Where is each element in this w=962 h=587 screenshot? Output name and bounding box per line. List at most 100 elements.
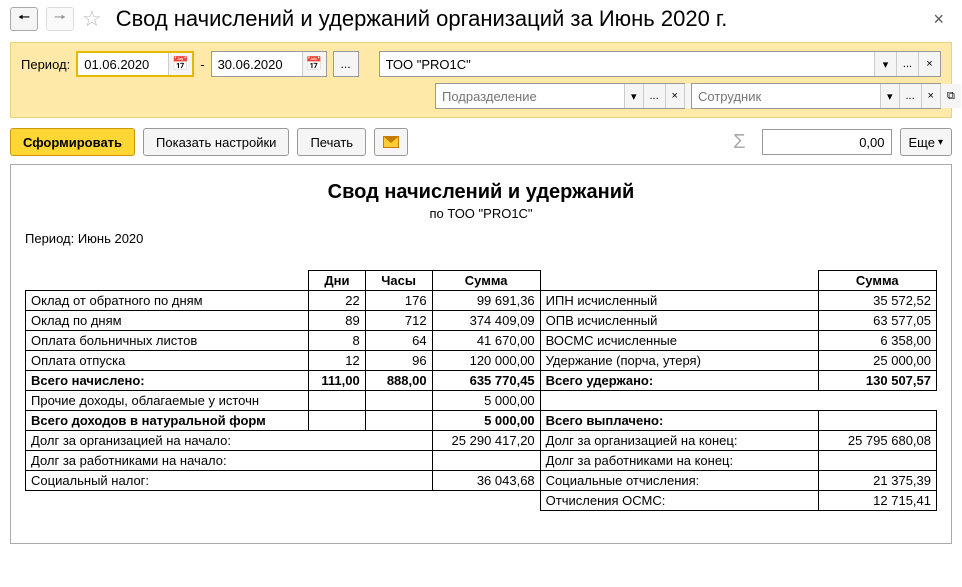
table-cell [432, 451, 540, 471]
sum-display[interactable] [762, 129, 892, 155]
col-summa-right: Сумма [818, 271, 936, 291]
col-chasy: Часы [365, 271, 432, 291]
table-cell: Долг за работниками на конец: [540, 451, 818, 471]
table-cell: 99 691,36 [432, 291, 540, 311]
table-cell: Всего выплачено: [540, 411, 818, 431]
table-cell: Оплата отпуска [26, 351, 309, 371]
table-cell: Долг за организацией на конец: [540, 431, 818, 451]
table-cell [309, 391, 366, 411]
table-cell: 41 670,00 [432, 331, 540, 351]
page-title: Свод начислений и удержаний организаций … [116, 6, 728, 32]
table-cell: 25 290 417,20 [432, 431, 540, 451]
table-cell: 21 375,39 [818, 471, 936, 491]
table-cell: 5 000,00 [432, 391, 540, 411]
table-cell: 12 [309, 351, 366, 371]
org-input[interactable] [380, 52, 874, 76]
table-cell: ВОСМС исчисленные [540, 331, 818, 351]
table-cell: 712 [365, 311, 432, 331]
period-picker-button[interactable]: ... [333, 51, 359, 77]
table-cell: Социальный налог: [26, 471, 433, 491]
dept-combo: ▾ ... × ⧉ [435, 83, 685, 109]
date-to-calendar-icon[interactable]: 📅 [302, 52, 326, 76]
table-cell: 888,00 [365, 371, 432, 391]
table-cell: Социальные отчисления: [540, 471, 818, 491]
table-cell: 120 000,00 [432, 351, 540, 371]
org-combo: ▾ ... × [379, 51, 941, 77]
dept-dropdown-icon[interactable]: ▾ [624, 84, 643, 108]
table-cell: Всего начислено: [26, 371, 309, 391]
report-period: Период: Июнь 2020 [25, 231, 937, 246]
date-to-input[interactable] [212, 52, 302, 76]
table-cell: Оклад от обратного по дням [26, 291, 309, 311]
date-from-calendar-icon[interactable]: 📅 [168, 53, 192, 75]
table-cell: 64 [365, 331, 432, 351]
table-cell: Отчисления ОСМС: [540, 491, 818, 511]
emp-open-icon[interactable]: ⧉ [940, 84, 961, 108]
table-cell: 111,00 [309, 371, 366, 391]
table-cell: 89 [309, 311, 366, 331]
favorite-star-icon[interactable]: ☆ [82, 6, 102, 32]
date-to-wrap: 📅 [211, 51, 327, 77]
org-select-button[interactable]: ... [896, 52, 918, 76]
table-cell: Оклад по дням [26, 311, 309, 331]
table-cell: 130 507,57 [818, 371, 936, 391]
sigma-icon: Σ [725, 131, 753, 154]
table-cell: 176 [365, 291, 432, 311]
emp-clear-icon[interactable]: × [921, 84, 940, 108]
report-subtitle: по ТОО "PRO1C" [25, 206, 937, 221]
email-button[interactable] [374, 128, 408, 156]
more-button[interactable]: Еще ▾ [900, 128, 952, 156]
chevron-down-icon: ▾ [938, 137, 943, 148]
report-table: Дни Часы Сумма Сумма Оклад от обратного … [25, 270, 937, 511]
close-icon[interactable]: × [925, 9, 952, 30]
table-cell: 5 000,00 [432, 411, 540, 431]
col-summa-left: Сумма [432, 271, 540, 291]
table-cell: 12 715,41 [818, 491, 936, 511]
table-cell: Всего доходов в натуральной форм [26, 411, 309, 431]
table-cell: 96 [365, 351, 432, 371]
table-cell: Прочие доходы, облагаемые у источн [26, 391, 309, 411]
table-cell: Долг за работниками на начало: [26, 451, 433, 471]
table-cell: 35 572,52 [818, 291, 936, 311]
table-cell: ИПН исчисленный [540, 291, 818, 311]
emp-combo: ▾ ... × ⧉ [691, 83, 941, 109]
filter-panel: Период: 📅 - 📅 ... ▾ ... × ▾ ... × ⧉ ▾ [10, 42, 952, 118]
emp-dropdown-icon[interactable]: ▾ [880, 84, 899, 108]
period-label: Период: [21, 57, 70, 72]
date-from-input[interactable] [78, 53, 168, 75]
table-cell: Оплата больничных листов [26, 331, 309, 351]
table-cell: 635 770,45 [432, 371, 540, 391]
table-cell: 6 358,00 [818, 331, 936, 351]
table-cell: 63 577,05 [818, 311, 936, 331]
org-clear-icon[interactable]: × [918, 52, 940, 76]
table-cell: Всего удержано: [540, 371, 818, 391]
table-cell: 22 [309, 291, 366, 311]
show-settings-button[interactable]: Показать настройки [143, 128, 289, 156]
table-cell: Удержание (порча, утеря) [540, 351, 818, 371]
table-cell: 8 [309, 331, 366, 351]
table-cell: 25 795 680,08 [818, 431, 936, 451]
emp-select-button[interactable]: ... [899, 84, 921, 108]
forward-button[interactable]: 🠖 [46, 7, 74, 31]
table-cell: 25 000,00 [818, 351, 936, 371]
table-cell: 374 409,09 [432, 311, 540, 331]
report-area[interactable]: Свод начислений и удержаний по ТОО "PRO1… [10, 164, 952, 544]
dept-select-button[interactable]: ... [643, 84, 665, 108]
col-dni: Дни [309, 271, 366, 291]
report-title: Свод начислений и удержаний [25, 181, 937, 204]
print-button[interactable]: Печать [297, 128, 366, 156]
table-cell: ОПВ исчисленный [540, 311, 818, 331]
org-dropdown-icon[interactable]: ▾ [874, 52, 896, 76]
dash-label: - [200, 57, 204, 72]
table-cell [818, 411, 936, 431]
dept-clear-icon[interactable]: × [665, 84, 684, 108]
table-cell: 36 043,68 [432, 471, 540, 491]
date-from-wrap: 📅 [76, 51, 194, 77]
back-button[interactable]: 🠔 [10, 7, 38, 31]
toolbar: Сформировать Показать настройки Печать Σ… [0, 124, 962, 164]
dept-input[interactable] [436, 84, 624, 108]
table-cell [818, 451, 936, 471]
emp-input[interactable] [692, 84, 880, 108]
envelope-icon [383, 136, 399, 148]
generate-button[interactable]: Сформировать [10, 128, 135, 156]
